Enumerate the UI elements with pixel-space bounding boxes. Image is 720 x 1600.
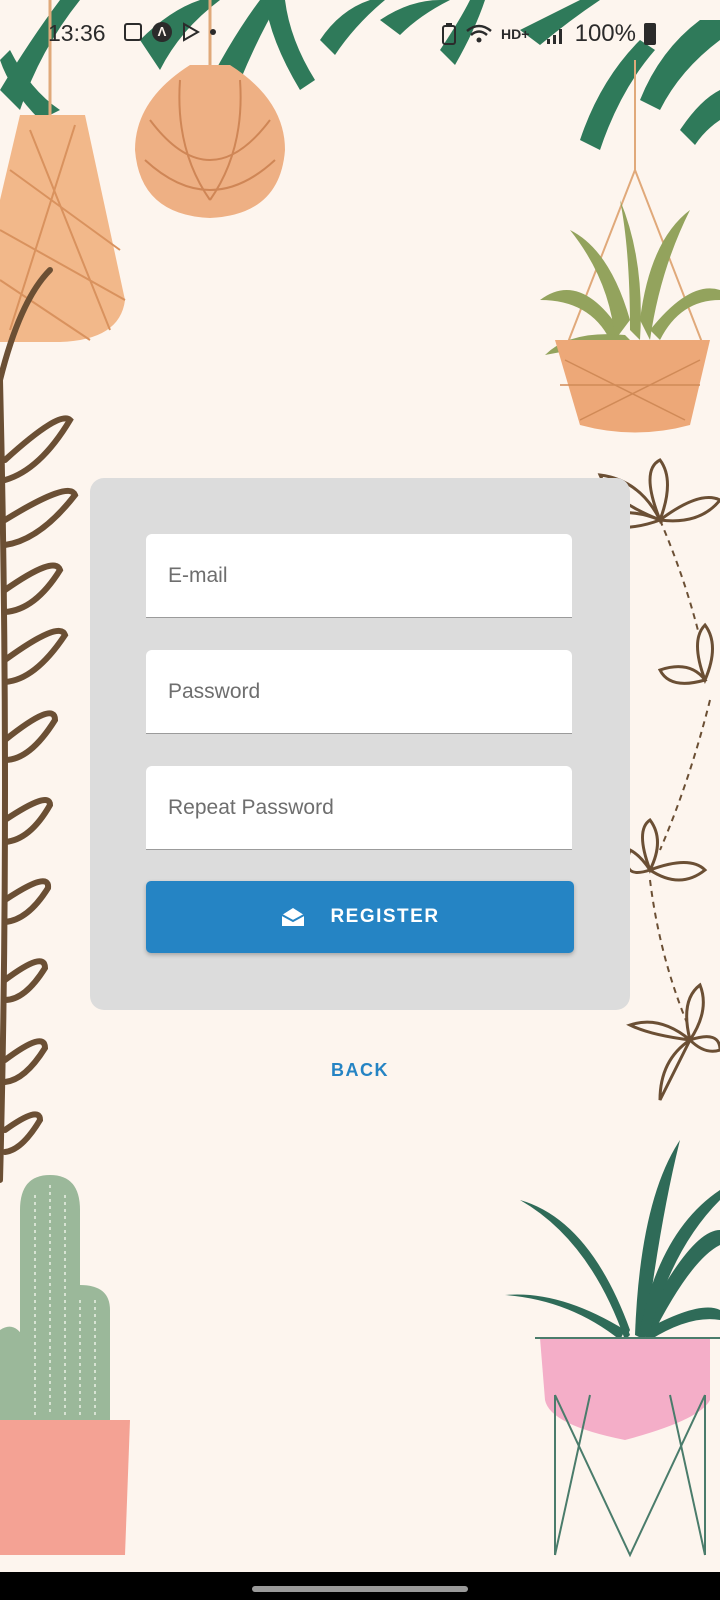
- cell-signal-icon: [546, 29, 562, 44]
- password-input[interactable]: [146, 650, 572, 733]
- repeat-password-input[interactable]: [146, 766, 572, 849]
- status-bar: 13:36 Λ HD+ 100%: [0, 0, 720, 64]
- password-field[interactable]: [146, 650, 572, 734]
- play-store-icon: [183, 22, 200, 42]
- notification-dot-icon: [210, 29, 216, 35]
- wifi-icon: [465, 24, 492, 43]
- battery-icon: [644, 23, 656, 45]
- battery-percent: 100%: [574, 20, 636, 47]
- register-button[interactable]: REGISTER: [146, 881, 574, 953]
- repeat-password-field[interactable]: [146, 766, 572, 850]
- home-gesture-handle[interactable]: [252, 1586, 468, 1592]
- status-right-icons: HD+ 100%: [441, 20, 656, 48]
- gallery-icon: [124, 23, 142, 41]
- app-a-icon: Λ: [152, 22, 172, 42]
- status-left-icons: Λ: [124, 22, 216, 42]
- hd-signal-icon: HD+: [501, 26, 529, 42]
- battery-saver-icon: [441, 23, 456, 45]
- register-button-label: REGISTER: [330, 906, 440, 927]
- status-time: 13:36: [48, 20, 106, 46]
- navigation-bar: [0, 1572, 720, 1600]
- email-input[interactable]: [146, 534, 572, 617]
- back-button[interactable]: BACK: [310, 1060, 410, 1081]
- svg-text:HD+: HD+: [501, 26, 529, 42]
- open-envelope-icon: [281, 908, 305, 926]
- email-field[interactable]: [146, 534, 572, 618]
- register-card: REGISTER: [90, 478, 630, 1010]
